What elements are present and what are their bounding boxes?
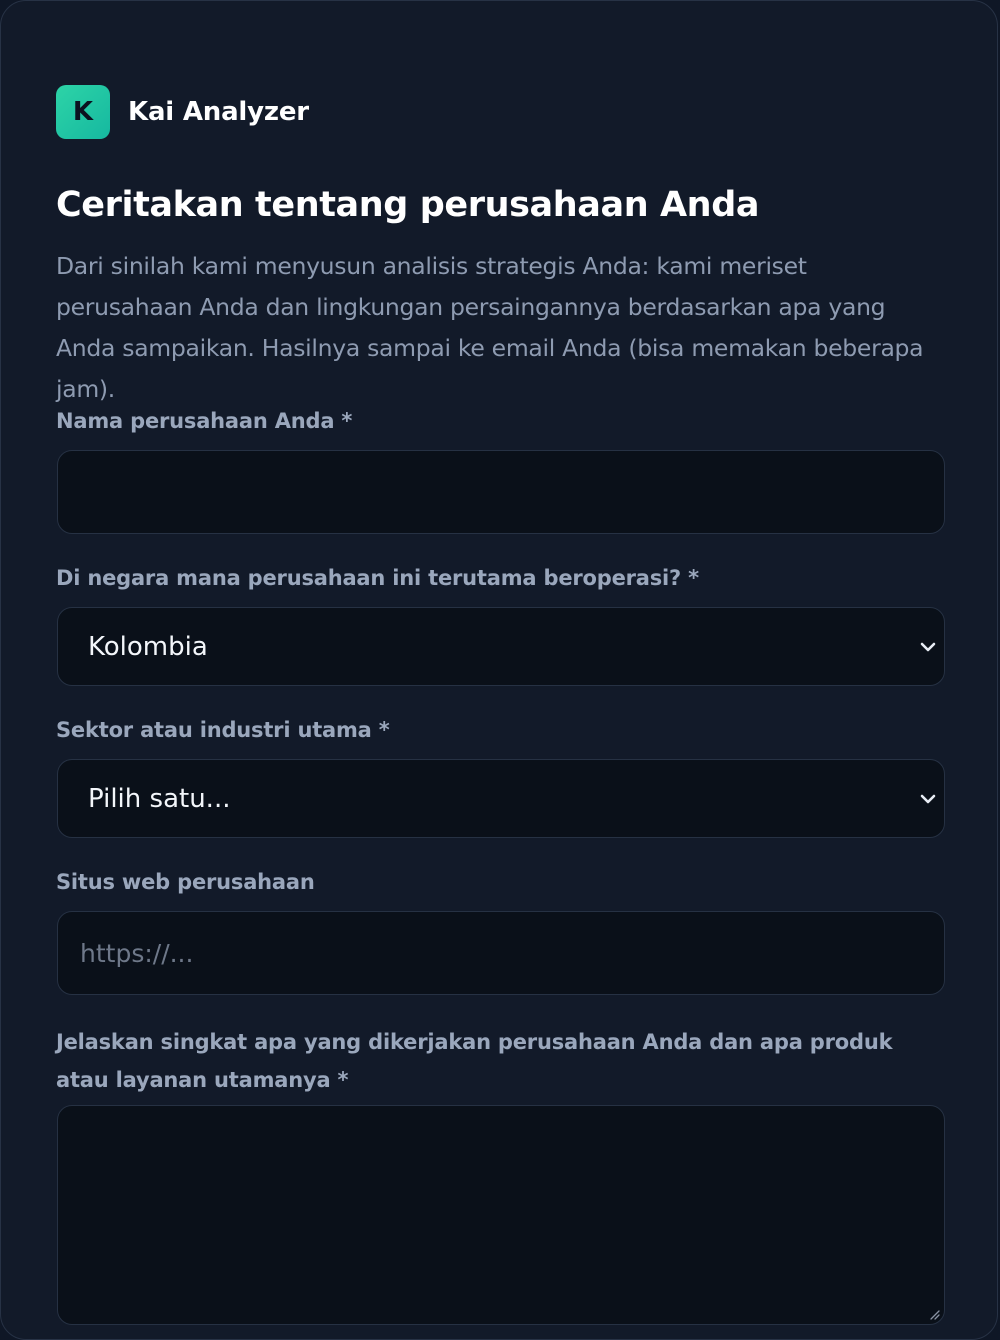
website-field[interactable] [57,911,945,995]
brand: K Kai Analyzer [56,85,309,139]
country-selected-value: Kolombia [88,631,208,662]
sector-selected-value: Pilih satu... [88,783,231,814]
resize-handle-icon[interactable] [928,1308,940,1320]
company-name-field[interactable] [57,450,945,534]
website-label: Situs web perusahaan [56,870,315,894]
brand-name: Kai Analyzer [128,97,309,127]
brand-logo: K [56,85,110,139]
page-intro: Dari sinilah kami menyusun analisis stra… [56,252,924,403]
sector-label: Sektor atau industri utama * [56,718,390,742]
company-name-input[interactable] [58,451,944,533]
company-name-label: Nama perusahaan Anda * [56,409,353,433]
chevron-down-icon [920,642,936,651]
chevron-down-icon [920,794,936,803]
description-textarea[interactable] [57,1105,945,1325]
website-input[interactable] [58,912,944,994]
sector-select[interactable]: Pilih satu... [57,759,945,838]
country-select[interactable]: Kolombia [57,607,945,686]
description-label: Jelaskan singkat apa yang dikerjakan per… [56,1030,893,1092]
country-label: Di negara mana perusahaan ini terutama b… [56,566,699,590]
page-title: Ceritakan tentang perusahaan Anda [56,185,760,225]
form-card: K Kai Analyzer Ceritakan tentang perusah… [0,0,998,1340]
